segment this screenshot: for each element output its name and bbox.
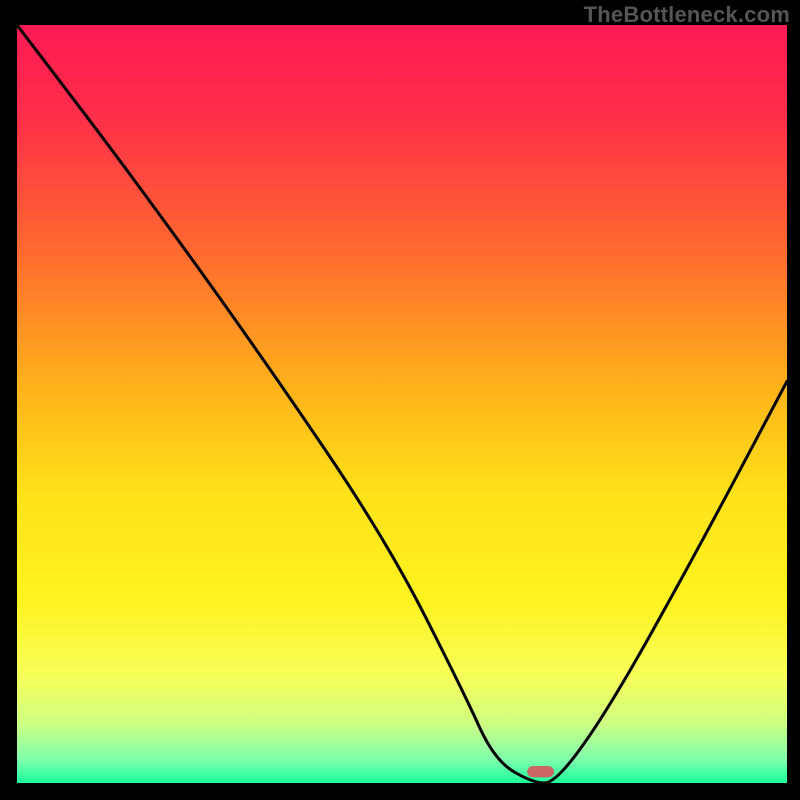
gradient-background — [17, 25, 787, 783]
chart-frame: TheBottleneck.com — [0, 0, 800, 800]
optimum-marker — [527, 766, 554, 777]
plot-area — [17, 25, 787, 783]
plot-svg — [17, 25, 787, 783]
